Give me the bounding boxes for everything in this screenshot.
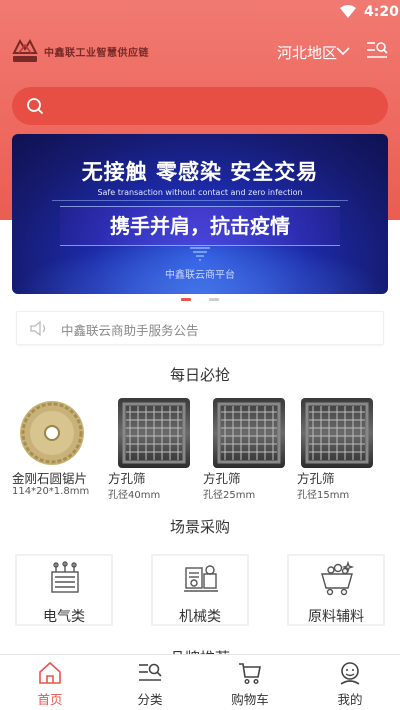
search-bar[interactable] — [12, 87, 388, 125]
product-image[interactable] — [213, 398, 285, 468]
saw-blade-icon — [20, 401, 84, 465]
banner-platform: 中鑫联云商平台 — [165, 270, 235, 281]
tab-profile[interactable]: 我的 — [300, 655, 400, 710]
category-mechanical[interactable]: 机械类 — [151, 554, 249, 626]
sieve-mesh-icon — [305, 402, 369, 464]
transformer-icon — [51, 561, 79, 593]
chevron-down-icon[interactable] — [336, 46, 350, 56]
speaker-icon — [30, 320, 46, 337]
banner-title: 无接触 零感染 安全交易 — [81, 160, 319, 184]
sieve-mesh-icon — [122, 402, 186, 464]
category-electrical[interactable]: 电气类 — [15, 554, 113, 626]
product-name: 方孔筛 — [203, 471, 241, 486]
product-spec: 孔径15mm — [297, 490, 350, 501]
tab-cart[interactable]: 购物车 — [200, 655, 300, 710]
product-card[interactable]: 金刚石圆锯片 114*20*1.8mm — [12, 396, 104, 506]
category-menu-icon[interactable] — [366, 40, 388, 60]
product-spec: 孔径40mm — [108, 490, 161, 501]
product-image[interactable] — [16, 398, 88, 468]
material-cart-icon — [321, 560, 355, 596]
product-name: 金刚石圆锯片 — [12, 471, 88, 486]
region-selector[interactable]: 河北地区 — [277, 42, 337, 63]
category-label: 电气类 — [43, 609, 85, 625]
app-screen: 4:20 中鑫联工业智慧供应链 河北地区 无接触 零感染 安全交易 Safe t… — [0, 0, 400, 710]
status-bar: 4:20 — [0, 0, 400, 26]
banner-slogan: 携手并肩，抗击疫情 — [110, 214, 290, 238]
product-image[interactable] — [301, 398, 373, 468]
promo-banner[interactable]: 无接触 零感染 安全交易 Safe transaction without co… — [12, 134, 388, 294]
announcement-bar[interactable]: 中鑫联云商助手服务公告 — [16, 311, 384, 345]
tab-label: 购物车 — [231, 692, 269, 707]
product-card[interactable]: 方孔筛 孔径40mm — [108, 396, 200, 506]
status-time: 4:20 — [364, 4, 399, 20]
top-header: 中鑫联工业智慧供应链 河北地区 — [0, 30, 400, 78]
tab-label: 我的 — [337, 692, 363, 707]
category-materials[interactable]: 原料辅料 — [287, 554, 385, 626]
product-spec: 孔径25mm — [203, 490, 256, 501]
section-title-daily: 每日必抢 — [169, 366, 239, 385]
carousel-indicator — [181, 298, 221, 302]
tab-home[interactable]: 首页 — [0, 655, 100, 710]
product-spec: 114*20*1.8mm — [12, 486, 90, 497]
home-icon — [39, 661, 61, 684]
tab-label: 首页 — [37, 692, 63, 707]
product-image[interactable] — [118, 398, 190, 468]
tab-label: 分类 — [137, 692, 163, 707]
product-name: 方孔筛 — [297, 471, 335, 486]
announcement-text: 中鑫联云商助手服务公告 — [61, 323, 199, 338]
machinery-icon — [184, 565, 218, 592]
tab-category[interactable]: 分类 — [100, 655, 200, 710]
carousel-dot[interactable] — [209, 298, 219, 301]
search-icon — [27, 98, 44, 115]
product-card[interactable]: 方孔筛 孔径25mm — [203, 396, 295, 506]
wifi-icon — [340, 5, 356, 18]
cart-icon — [239, 663, 261, 685]
profile-icon — [340, 662, 360, 685]
logo-mark-icon[interactable] — [11, 38, 39, 64]
product-name: 方孔筛 — [108, 471, 146, 486]
product-card[interactable]: 方孔筛 孔径15mm — [297, 396, 389, 506]
down-arrows-icon — [190, 247, 210, 261]
carousel-dot-active[interactable] — [181, 298, 191, 301]
category-label: 机械类 — [179, 609, 221, 625]
logo-text[interactable]: 中鑫联工业智慧供应链 — [44, 44, 149, 59]
category-icon — [139, 663, 162, 681]
category-label: 原料辅料 — [308, 609, 364, 625]
section-title-scene: 场景采购 — [169, 518, 239, 537]
sieve-mesh-icon — [217, 402, 281, 464]
bottom-tab-bar: 首页 分类 购物车 我的 — [0, 654, 400, 710]
banner-divider — [52, 200, 348, 201]
banner-subtitle: Safe transaction without contact and zer… — [97, 188, 303, 197]
search-input[interactable] — [54, 93, 374, 119]
